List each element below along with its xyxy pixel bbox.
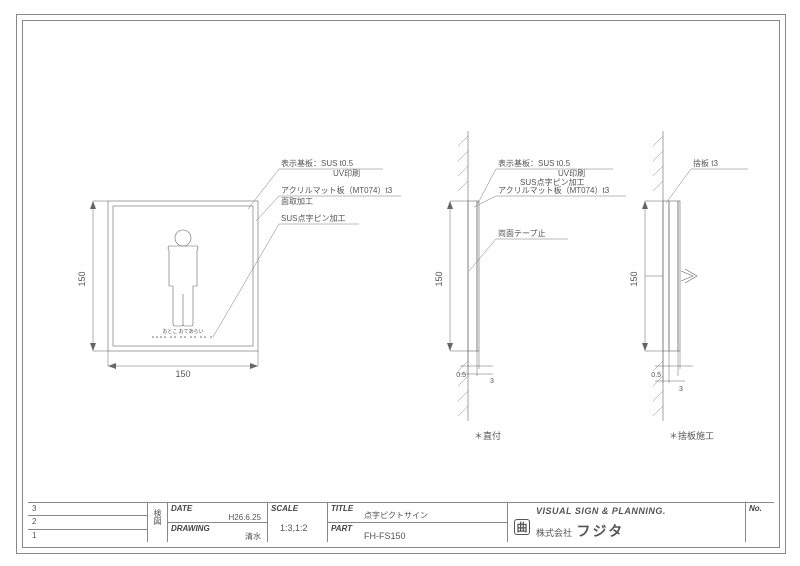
acrylic-section-2 xyxy=(669,201,678,351)
svg-text:捨板 t3: 捨板 t3 xyxy=(693,158,718,168)
dim-height: 150 xyxy=(77,201,108,351)
scale-cell: SCALE 1:3,1:2 xyxy=(268,503,328,542)
svg-text:150: 150 xyxy=(77,271,87,286)
revision-column: 3 2 1 xyxy=(28,503,148,542)
company-tagline: VISUAL SIGN & PLANNING. xyxy=(536,506,666,516)
svg-text:3: 3 xyxy=(679,386,683,393)
callout-sus: 表示基板：SUS t0.5 xyxy=(281,158,354,168)
drawing-canvas: おとこ おてあらい 150 150 xyxy=(23,21,783,511)
svg-text:表示基板：SUS t0.5: 表示基板：SUS t0.5 xyxy=(498,158,571,168)
svg-text:UV印刷: UV印刷 xyxy=(558,169,585,178)
sus-section-2 xyxy=(678,201,680,351)
callout-sus-b: UV印刷 xyxy=(333,169,360,178)
svg-text:0.5: 0.5 xyxy=(456,372,466,379)
svg-text:両面テープ止: 両面テープ止 xyxy=(498,228,546,238)
rev-row: 2 xyxy=(28,516,147,529)
no-cell: No. xyxy=(746,503,774,542)
side1-label: ＊直付 xyxy=(474,430,501,441)
svg-text:150: 150 xyxy=(175,369,190,379)
svg-text:0.5: 0.5 xyxy=(651,372,661,379)
check-column: 検図 xyxy=(148,503,168,542)
company-name: フジタ xyxy=(577,523,625,539)
svg-text:150: 150 xyxy=(629,271,639,286)
dim-width: 150 xyxy=(108,351,258,379)
man-pictogram xyxy=(168,230,198,326)
backer-section xyxy=(663,201,669,351)
side-view-backer: 150 0.5 3 捨板 t3 ＊捨板施工 xyxy=(629,131,748,441)
callout-acrylic-b: 面取加工 xyxy=(281,196,313,206)
front-view: おとこ おてあらい 150 150 xyxy=(77,158,401,379)
side2-label: ＊捨板施工 xyxy=(669,430,714,441)
callout-braille: SUS点字ピン加工 xyxy=(281,213,345,223)
braille-row xyxy=(152,336,212,338)
rev-row: 3 xyxy=(28,503,147,516)
callout-acrylic: アクリルマット板（MT074）t3 xyxy=(281,185,393,195)
title-part-cell: TITLE 点字ピクトサイン PART FH-FS150 xyxy=(328,503,508,542)
svg-text:アクリルマット板（MT074）t3: アクリルマット板（MT074）t3 xyxy=(498,185,610,195)
acrylic-section xyxy=(468,201,477,351)
logo-mark-icon: 曲 xyxy=(514,519,530,535)
svg-text:150: 150 xyxy=(434,271,444,286)
date-drawing-cell: DATE H26.6.25 DRAWING 清水 xyxy=(168,503,268,542)
braille-caption: おとこ おてあらい xyxy=(162,328,203,335)
side-view-direct: 150 0.5 3 表示基板：SUS t0.5 UV印刷 SUS点字ピン加工 ア… xyxy=(434,131,626,441)
title-block: 3 2 1 検図 DATE H26.6.25 DRAWING 清水 xyxy=(28,502,774,542)
sus-section xyxy=(477,201,479,351)
rev-row: 1 xyxy=(28,530,147,542)
svg-text:3: 3 xyxy=(490,378,494,385)
company-logo-cell: VISUAL SIGN & PLANNING. 曲 株式会社 フジタ xyxy=(508,503,746,542)
inner-frame: おとこ おてあらい 150 150 xyxy=(22,20,780,548)
outer-frame: おとこ おてあらい 150 150 xyxy=(16,14,786,554)
anchor-icon xyxy=(645,269,697,283)
